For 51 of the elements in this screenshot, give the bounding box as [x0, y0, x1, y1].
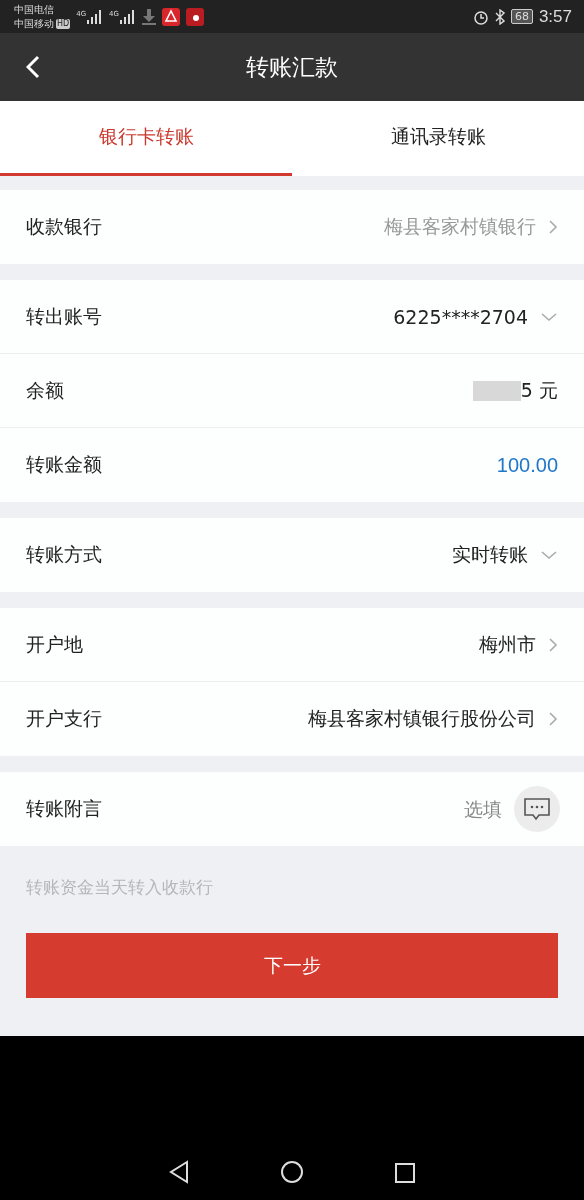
chevron-right-icon [548, 219, 558, 235]
back-icon[interactable] [26, 55, 40, 79]
form-row[interactable]: 开户支行 梅县客家村镇银行股份公司 [0, 682, 584, 756]
form-row[interactable]: 开户地 梅州市 [0, 608, 584, 682]
field-value: 梅县客家村镇银行股份公司 [308, 706, 536, 731]
redaction-blur [472, 380, 521, 401]
field-label: 转账附言 [26, 796, 102, 821]
field-value: 梅县客家村镇银行 [384, 214, 536, 239]
app-icon [185, 7, 204, 26]
download-icon [141, 8, 156, 25]
clock-time: 3:57 [538, 6, 572, 27]
page-title: 转账汇款 [246, 52, 338, 82]
battery-level: 68 [510, 9, 533, 24]
form-row[interactable]: 转账附言 选填 [0, 772, 584, 846]
amount-value: 100.00 [496, 453, 558, 477]
chevron-down-icon [540, 550, 558, 560]
chevron-down-icon [540, 311, 558, 322]
app-icon [161, 7, 180, 26]
chat-bubble-icon [523, 797, 551, 821]
chevron-right-icon [548, 711, 558, 727]
form-row[interactable]: 余额 5 元 [0, 354, 584, 428]
hd-badge: HD [56, 18, 71, 29]
chevron-right-icon [548, 636, 558, 653]
field-label: 转出账号 [26, 303, 102, 329]
home-icon[interactable] [280, 1160, 304, 1184]
form-row[interactable]: 转出账号 6225****2704 [0, 280, 584, 354]
field-value: 6225****2704 [393, 305, 528, 328]
field-label: 开户支行 [26, 706, 102, 731]
back-icon[interactable] [168, 1160, 190, 1184]
recents-icon[interactable] [394, 1162, 416, 1184]
field-value: 实时转账 [452, 542, 528, 567]
field-label: 余额 [26, 377, 64, 403]
hint-text: 转账资金当天转入收款行 [26, 876, 214, 899]
form-row[interactable]: 收款银行 梅县客家村镇银行 [0, 190, 584, 264]
field-label: 转账金额 [26, 452, 102, 477]
message-input[interactable]: 选填 [422, 798, 502, 820]
form-row[interactable]: 转账金额 100.00 [0, 428, 584, 502]
signal-icon [119, 9, 136, 24]
field-label: 收款银行 [26, 214, 102, 239]
next-button[interactable]: 下一步 [26, 933, 558, 998]
signal-icon [87, 9, 104, 24]
carrier-name: 中国电信 [14, 2, 54, 17]
balance-value: 5 元 [520, 377, 558, 403]
field-label: 开户地 [26, 631, 83, 657]
carrier-name: 中国移动 [14, 16, 54, 31]
field-label: 转账方式 [26, 542, 102, 567]
alarm-icon [472, 8, 489, 25]
bluetooth-icon [494, 8, 505, 25]
field-value: 梅州市 [479, 631, 536, 657]
form-row[interactable]: 转账方式 实时转账 [0, 518, 584, 592]
message-button[interactable] [514, 786, 560, 832]
